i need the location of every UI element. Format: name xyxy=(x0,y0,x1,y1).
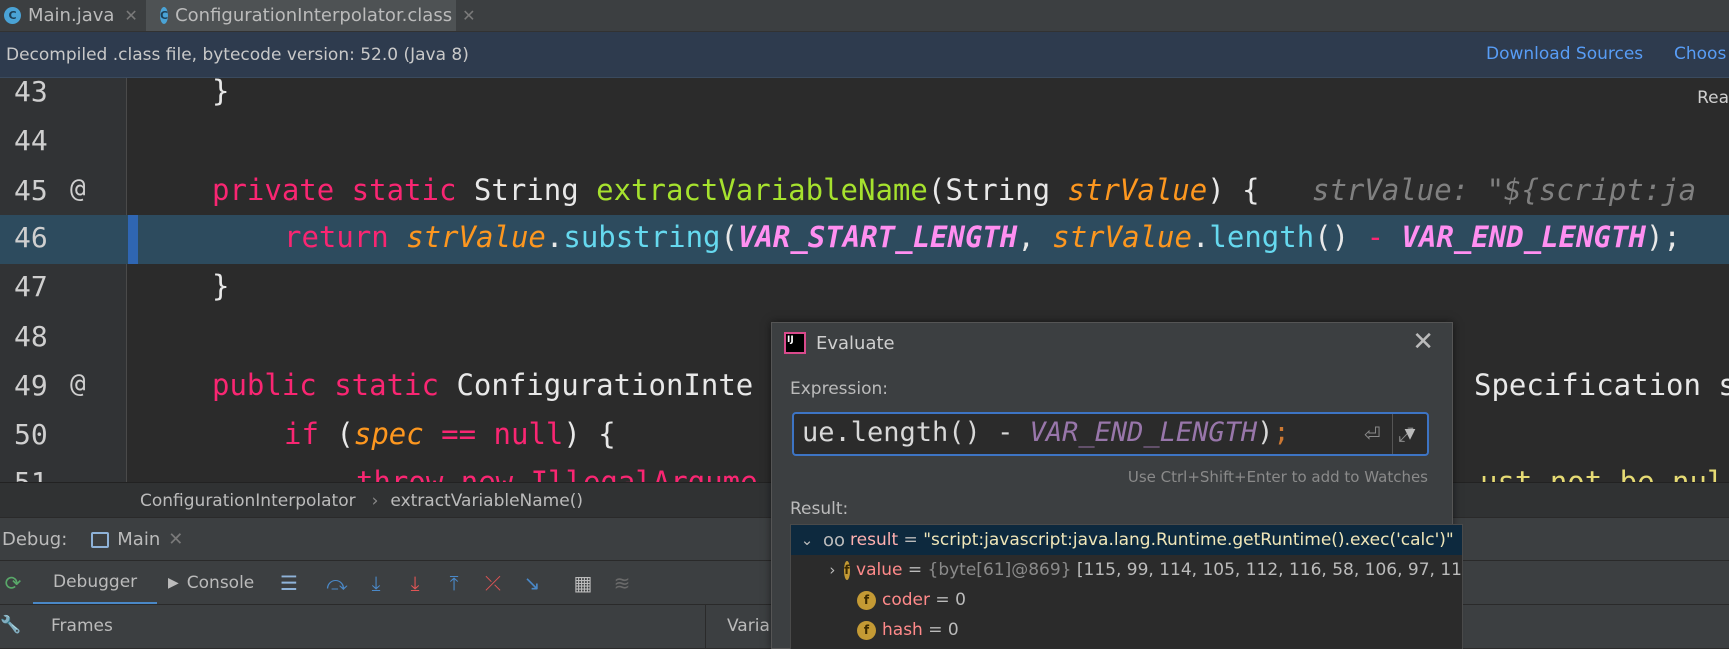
tab-label: Debugger xyxy=(53,571,138,592)
breadcrumb-method[interactable]: extractVariableName() xyxy=(390,491,583,511)
monitor-icon xyxy=(91,531,110,548)
choose-sources-link[interactable]: Choos xyxy=(1674,44,1726,64)
code-text: if (spec == null) { xyxy=(284,417,616,451)
editor-tab-bar: C Main.java ✕ C ConfigurationInterpolato… xyxy=(0,0,1729,32)
code-text-tail: ust not be nul xyxy=(1480,465,1725,482)
rerun-icon[interactable]: ⟳ xyxy=(0,570,26,596)
code-text: public static ConfigurationInte xyxy=(212,368,754,402)
evaluate-dialog: IJ Evaluate ✕ Expression: ue.length() - … xyxy=(771,322,1463,649)
evaluate-expression-icon[interactable]: ▦ xyxy=(570,570,596,596)
frames-label: Frames xyxy=(51,616,113,636)
inline-value-hint: strValue: "${script:ja xyxy=(1259,173,1697,207)
field-row-value[interactable]: › f value = {byte[61]@869} [115, 99, 114… xyxy=(791,555,1462,585)
code-line: 45 @ private static String extractVariab… xyxy=(0,168,1729,217)
result-label: Result: xyxy=(790,499,849,519)
watches-hint: Use Ctrl+Shift+Enter to add to Watches xyxy=(1127,468,1428,486)
code-text: throw new IllegalArgume xyxy=(356,465,758,482)
field-icon: f xyxy=(843,560,851,580)
line-number: 46 xyxy=(14,221,48,254)
decompiled-notice-banner: Decompiled .class file, bytecode version… xyxy=(0,32,1729,78)
expression-input[interactable]: ue.length() - VAR_END_LENGTH); ⏎ ⤢ ▼ xyxy=(792,412,1429,456)
code-text-tail: Specification s xyxy=(1474,368,1729,402)
code-text: private static String extractVariableNam… xyxy=(212,173,1697,207)
code-text: return strValue.substring(VAR_START_LENG… xyxy=(284,220,1681,254)
field-row-hash[interactable]: f hash = 0 xyxy=(791,615,1462,645)
menu-lines-icon[interactable]: ☰ xyxy=(276,570,302,596)
field-icon: f xyxy=(857,620,876,640)
current-execution-line: 46 return strValue.substring(VAR_START_L… xyxy=(0,215,1729,264)
code-line: 43 } xyxy=(0,78,1729,118)
chevron-down-icon: ▼ xyxy=(1404,426,1416,442)
tab-label: Console xyxy=(186,573,255,593)
tab-label: Main.java xyxy=(28,5,115,26)
tab-debugger[interactable]: Debugger xyxy=(33,561,158,605)
code-text: } xyxy=(212,78,230,108)
line-number: 49 xyxy=(14,369,48,402)
field-row-coder[interactable]: f coder = 0 xyxy=(791,585,1462,615)
history-dropdown-button[interactable]: ▼ xyxy=(1392,414,1427,454)
line-number: 45 xyxy=(14,174,48,207)
compiled-class-icon: C xyxy=(160,7,169,24)
field-icon: f xyxy=(857,590,876,610)
code-line: 44 xyxy=(0,118,1729,167)
expression-label: Expression: xyxy=(790,379,889,399)
tab-configuration-interpolator-class[interactable]: C ConfigurationInterpolator.class ✕ xyxy=(146,0,476,31)
breadcrumb-class[interactable]: ConfigurationInterpolator xyxy=(140,491,356,511)
run-to-cursor-icon[interactable]: ↘ xyxy=(519,570,545,596)
step-into-icon[interactable]: ⤓ xyxy=(363,570,389,596)
watch-glasses-icon: oo xyxy=(823,529,846,551)
frames-header: Frames xyxy=(33,605,706,648)
tab-main-java[interactable]: C Main.java ✕ xyxy=(0,0,146,31)
download-sources-link[interactable]: Download Sources xyxy=(1486,44,1643,64)
drop-frame-icon[interactable]: ⤫ xyxy=(480,570,506,596)
chevron-right-icon[interactable]: › xyxy=(829,561,836,579)
step-over-icon[interactable]: ⤼ xyxy=(324,570,350,596)
tab-console[interactable]: ▶ Console xyxy=(168,561,254,605)
line-number: 48 xyxy=(14,320,48,353)
dialog-title: Evaluate xyxy=(816,333,895,354)
variables-label: Varial xyxy=(727,616,775,636)
line-number: 50 xyxy=(14,418,48,451)
result-row[interactable]: ⌄ oo result = "script:javascript:java.la… xyxy=(791,525,1462,555)
line-number: 43 xyxy=(14,78,48,108)
execution-point-marker xyxy=(128,215,138,264)
java-class-icon: C xyxy=(4,7,21,24)
close-icon[interactable]: ✕ xyxy=(124,6,137,25)
console-icon: ▶ xyxy=(168,575,179,591)
close-icon[interactable]: ✕ xyxy=(1412,327,1434,357)
close-icon[interactable]: ✕ xyxy=(462,6,475,25)
intellij-logo-icon: IJ xyxy=(784,332,806,354)
line-number: 44 xyxy=(14,124,48,157)
expression-text[interactable]: ue.length() - VAR_END_LENGTH); xyxy=(802,417,1290,448)
code-line: 47 } xyxy=(0,264,1729,313)
override-annotation-icon[interactable]: @ xyxy=(70,369,86,399)
banner-message: Decompiled .class file, bytecode version… xyxy=(6,44,469,65)
tab-label: ConfigurationInterpolator.class xyxy=(175,5,453,26)
close-icon[interactable]: ✕ xyxy=(168,529,183,550)
chevron-down-icon[interactable]: ⌄ xyxy=(797,531,817,549)
debug-session-main[interactable]: Main xyxy=(117,529,160,550)
code-text: } xyxy=(212,269,230,303)
force-step-into-icon[interactable]: ⤓ xyxy=(402,570,428,596)
wrench-icon[interactable]: 🔧 xyxy=(0,615,21,635)
result-tree[interactable]: ⌄ oo result = "script:javascript:java.la… xyxy=(790,524,1463,649)
line-number: 47 xyxy=(14,270,48,303)
trace-icon[interactable]: ≋ xyxy=(609,570,635,596)
breadcrumb-separator: › xyxy=(371,490,379,511)
line-number: 51 xyxy=(14,466,48,482)
override-annotation-icon[interactable]: @ xyxy=(70,174,86,204)
step-out-icon[interactable]: ⤒ xyxy=(441,570,467,596)
debug-label: Debug: xyxy=(2,529,68,550)
multiline-icon[interactable]: ⏎ xyxy=(1364,422,1381,446)
